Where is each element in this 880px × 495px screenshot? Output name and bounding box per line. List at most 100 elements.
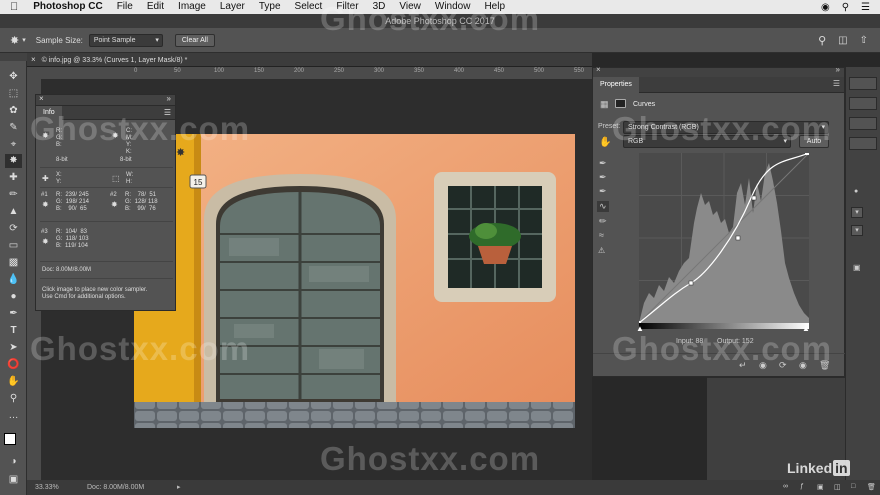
ruler-tick-label: 450	[494, 68, 505, 74]
ruler-tick-label: 300	[374, 68, 385, 74]
move-tool-icon[interactable]: ✥	[5, 70, 22, 84]
share-icon[interactable]: ⇧	[860, 35, 868, 46]
creative-cloud-icon[interactable]: ◉	[821, 2, 830, 13]
tool-preset-chevron-icon[interactable]: ▾	[22, 36, 26, 44]
panel-menu-icon[interactable]: ☰	[833, 79, 840, 88]
lasso-tool-icon[interactable]: ✿	[5, 104, 22, 118]
toolbar-grip[interactable]	[0, 53, 27, 61]
menu-file[interactable]: File	[110, 0, 140, 14]
collapse-panel-icon[interactable]: »	[167, 94, 171, 103]
search-icon[interactable]: ⚲	[818, 34, 826, 47]
eyedropper-tool-icon[interactable]: ✸	[5, 154, 22, 168]
clear-all-button[interactable]: Clear All	[174, 33, 215, 47]
link-layers-icon[interactable]: ∞	[783, 483, 788, 490]
horizontal-ruler[interactable]: 0 50 100 150 200 250 300 350 400 450 500 550	[41, 67, 592, 79]
gray-point-eyedropper-icon[interactable]: ✒	[599, 172, 607, 183]
layer-style-icon[interactable]: ƒ	[800, 483, 804, 490]
spotlight-icon[interactable]: ⚲	[842, 2, 849, 13]
quick-mask-icon[interactable]: ◑	[5, 455, 22, 469]
document-image[interactable]: 15 ✸	[134, 134, 575, 428]
sampler-3-label: #3	[41, 229, 48, 235]
history-brush-tool-icon[interactable]: ⟳	[5, 222, 22, 236]
gradient-tool-icon[interactable]: ▩	[5, 256, 22, 270]
type-tool-icon[interactable]: T	[5, 324, 22, 338]
new-group-icon[interactable]: ◫	[834, 483, 841, 491]
healing-brush-tool-icon[interactable]: ✚	[5, 171, 22, 185]
eraser-tool-icon[interactable]: ▭	[5, 239, 22, 253]
collapse-panel-icon[interactable]: »	[836, 65, 840, 74]
sampler-1-icon[interactable]: ✸	[42, 200, 49, 209]
workspace-icon[interactable]: ◫	[838, 35, 847, 46]
menu-layer[interactable]: Layer	[213, 0, 252, 14]
blur-tool-icon[interactable]: 💧	[5, 273, 22, 287]
watermark-text: Ghostxx.com	[320, 0, 541, 37]
tab-properties[interactable]: Properties	[593, 77, 639, 93]
close-tab-icon[interactable]: ×	[31, 55, 36, 64]
more-tools-icon[interactable]: …	[5, 409, 22, 423]
close-panel-icon[interactable]: ×	[596, 65, 601, 74]
notification-icon[interactable]: ☰	[861, 2, 870, 13]
new-layer-icon[interactable]: □	[851, 483, 855, 490]
curve-points-icon[interactable]: ∿	[597, 201, 609, 212]
status-doc-size[interactable]: Doc: 8.00M/8.00M	[87, 480, 144, 495]
expand-chevron-icon[interactable]: ▾	[851, 225, 863, 236]
brush-tool-icon[interactable]: ✏	[5, 188, 22, 202]
crosshair-icon[interactable]: ✚	[42, 174, 49, 183]
menu-edit[interactable]: Edit	[140, 0, 171, 14]
close-panel-icon[interactable]: ×	[39, 94, 44, 103]
sample-size-select[interactable]: Point Sample ▾	[88, 33, 163, 47]
hand-tool-icon[interactable]: ✋	[5, 375, 22, 389]
info-panel-header[interactable]: × »	[36, 94, 175, 106]
sampler-3-icon[interactable]: ✸	[42, 237, 49, 246]
lock-icon[interactable]: ▣	[853, 263, 861, 272]
zoom-level[interactable]: 33.33%	[35, 480, 59, 495]
dock-button-3[interactable]	[849, 117, 877, 130]
white-point-eyedropper-icon[interactable]: ✒	[599, 186, 607, 197]
clipping-warning-icon[interactable]: ⚠	[598, 246, 605, 255]
ruler-tick-label: 200	[294, 68, 305, 74]
curve-point-shadow[interactable]	[688, 280, 694, 286]
curves-graph[interactable]	[639, 153, 809, 323]
properties-panel-header[interactable]: × »	[593, 65, 844, 77]
black-point-eyedropper-icon[interactable]: ✒	[599, 158, 607, 169]
sampler-2-icon[interactable]: ✸	[111, 200, 118, 209]
dodge-tool-icon[interactable]: ●	[5, 290, 22, 304]
linkedin-logo: Linked in	[787, 460, 850, 476]
add-mask-icon[interactable]: ▣	[817, 483, 824, 491]
menu-type[interactable]: Type	[252, 0, 288, 14]
smooth-curve-icon[interactable]: ≈	[599, 230, 604, 240]
layer-visibility-icon[interactable]: ●	[854, 188, 858, 195]
crop-tool-icon[interactable]: ⌖	[5, 138, 22, 152]
curve-point-white[interactable]	[805, 153, 809, 155]
document-tab-title: info.jpg @ 33.3% (Curves 1, Layer Mask/8…	[48, 57, 188, 64]
sample-size-value: Point Sample	[93, 36, 136, 44]
layer-mask-icon[interactable]	[615, 99, 626, 108]
dock-button-2[interactable]	[849, 97, 877, 110]
clone-stamp-tool-icon[interactable]: ▲	[5, 205, 22, 219]
zoom-tool-icon[interactable]: ⚲	[5, 392, 22, 406]
screen-mode-icon[interactable]: ▣	[5, 473, 22, 487]
apple-icon[interactable]: 	[0, 0, 26, 14]
menu-app[interactable]: Photoshop CC	[26, 0, 109, 14]
sample-size-label: Sample Size:	[35, 35, 83, 45]
on-image-adjust-icon[interactable]: ✋	[599, 137, 611, 148]
path-selection-tool-icon[interactable]: ➤	[5, 341, 22, 355]
curve-point-highlight[interactable]	[751, 195, 757, 201]
color-sampler-tool-icon[interactable]: ✸	[10, 34, 19, 47]
document-tab[interactable]: © info.jpg @ 33.3% (Curves 1, Layer Mask…	[42, 57, 188, 64]
shape-tool-icon[interactable]: ⭕	[5, 358, 22, 372]
pen-tool-icon[interactable]: ✒	[5, 307, 22, 321]
menu-image[interactable]: Image	[171, 0, 213, 14]
foreground-color-swatch[interactable]	[4, 433, 16, 445]
curve-point-mid[interactable]	[735, 235, 741, 241]
quick-select-tool-icon[interactable]: ✎	[5, 121, 22, 135]
dock-button-4[interactable]	[849, 137, 877, 150]
pencil-draw-icon[interactable]: ✏	[599, 216, 607, 227]
expand-chevron-icon[interactable]: ▾	[851, 207, 863, 218]
ruler-tick-label: 400	[454, 68, 465, 74]
status-menu-icon[interactable]: ▸	[177, 480, 181, 495]
marquee-tool-icon[interactable]: ⬚	[5, 87, 22, 101]
curves-adjustment-icon: ▦	[600, 99, 609, 109]
delete-layer-icon[interactable]: 🗑	[867, 483, 876, 491]
dock-button-1[interactable]	[849, 77, 877, 90]
